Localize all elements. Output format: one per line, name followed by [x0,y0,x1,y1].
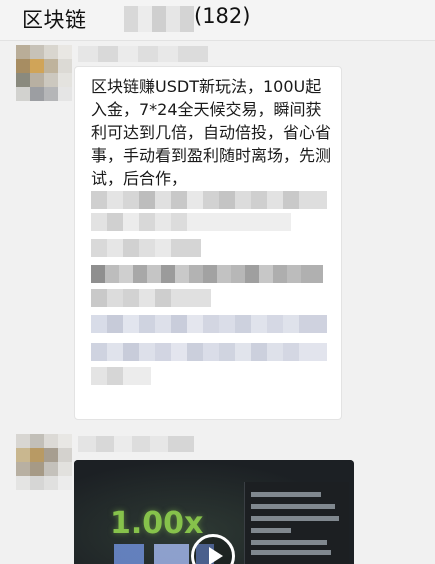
panel-line [251,516,339,521]
panel-line [251,540,327,545]
panel-line [251,528,291,533]
redacted-text-row [91,239,201,257]
redacted-text-row [91,265,323,283]
redacted-text-row [91,367,151,385]
sender-avatar[interactable] [16,434,72,490]
panel-line [251,550,331,555]
chat-title: 区块链 [22,8,87,32]
message-bubble[interactable]: 区块链赚USDT新玩法，100U起入金，7*24全天候交易，瞬间获利可达到几倍，… [74,66,342,420]
sender-avatar[interactable] [16,45,72,101]
redacted-title-mosaic [124,6,194,32]
video-message[interactable]: 1.00x [74,460,354,564]
message-text: 区块链赚USDT新玩法，100U起入金，7*24全天候交易，瞬间获利可达到几倍，… [91,77,332,188]
redacted-text-row [91,343,327,361]
redacted-sender-name [78,436,194,452]
member-count: (182) [194,4,251,28]
redacted-text-row [91,191,327,209]
redacted-sender-name [78,46,208,62]
title-bar: 区块链 (182) [0,0,435,41]
redacted-text-row [91,315,327,333]
redacted-text-row [91,213,291,231]
panel-line [251,504,335,509]
panel-line [251,492,321,497]
multiplier-text: 1.00x [110,506,204,541]
redacted-text-row [91,289,211,307]
game-settings-panel [244,482,349,564]
